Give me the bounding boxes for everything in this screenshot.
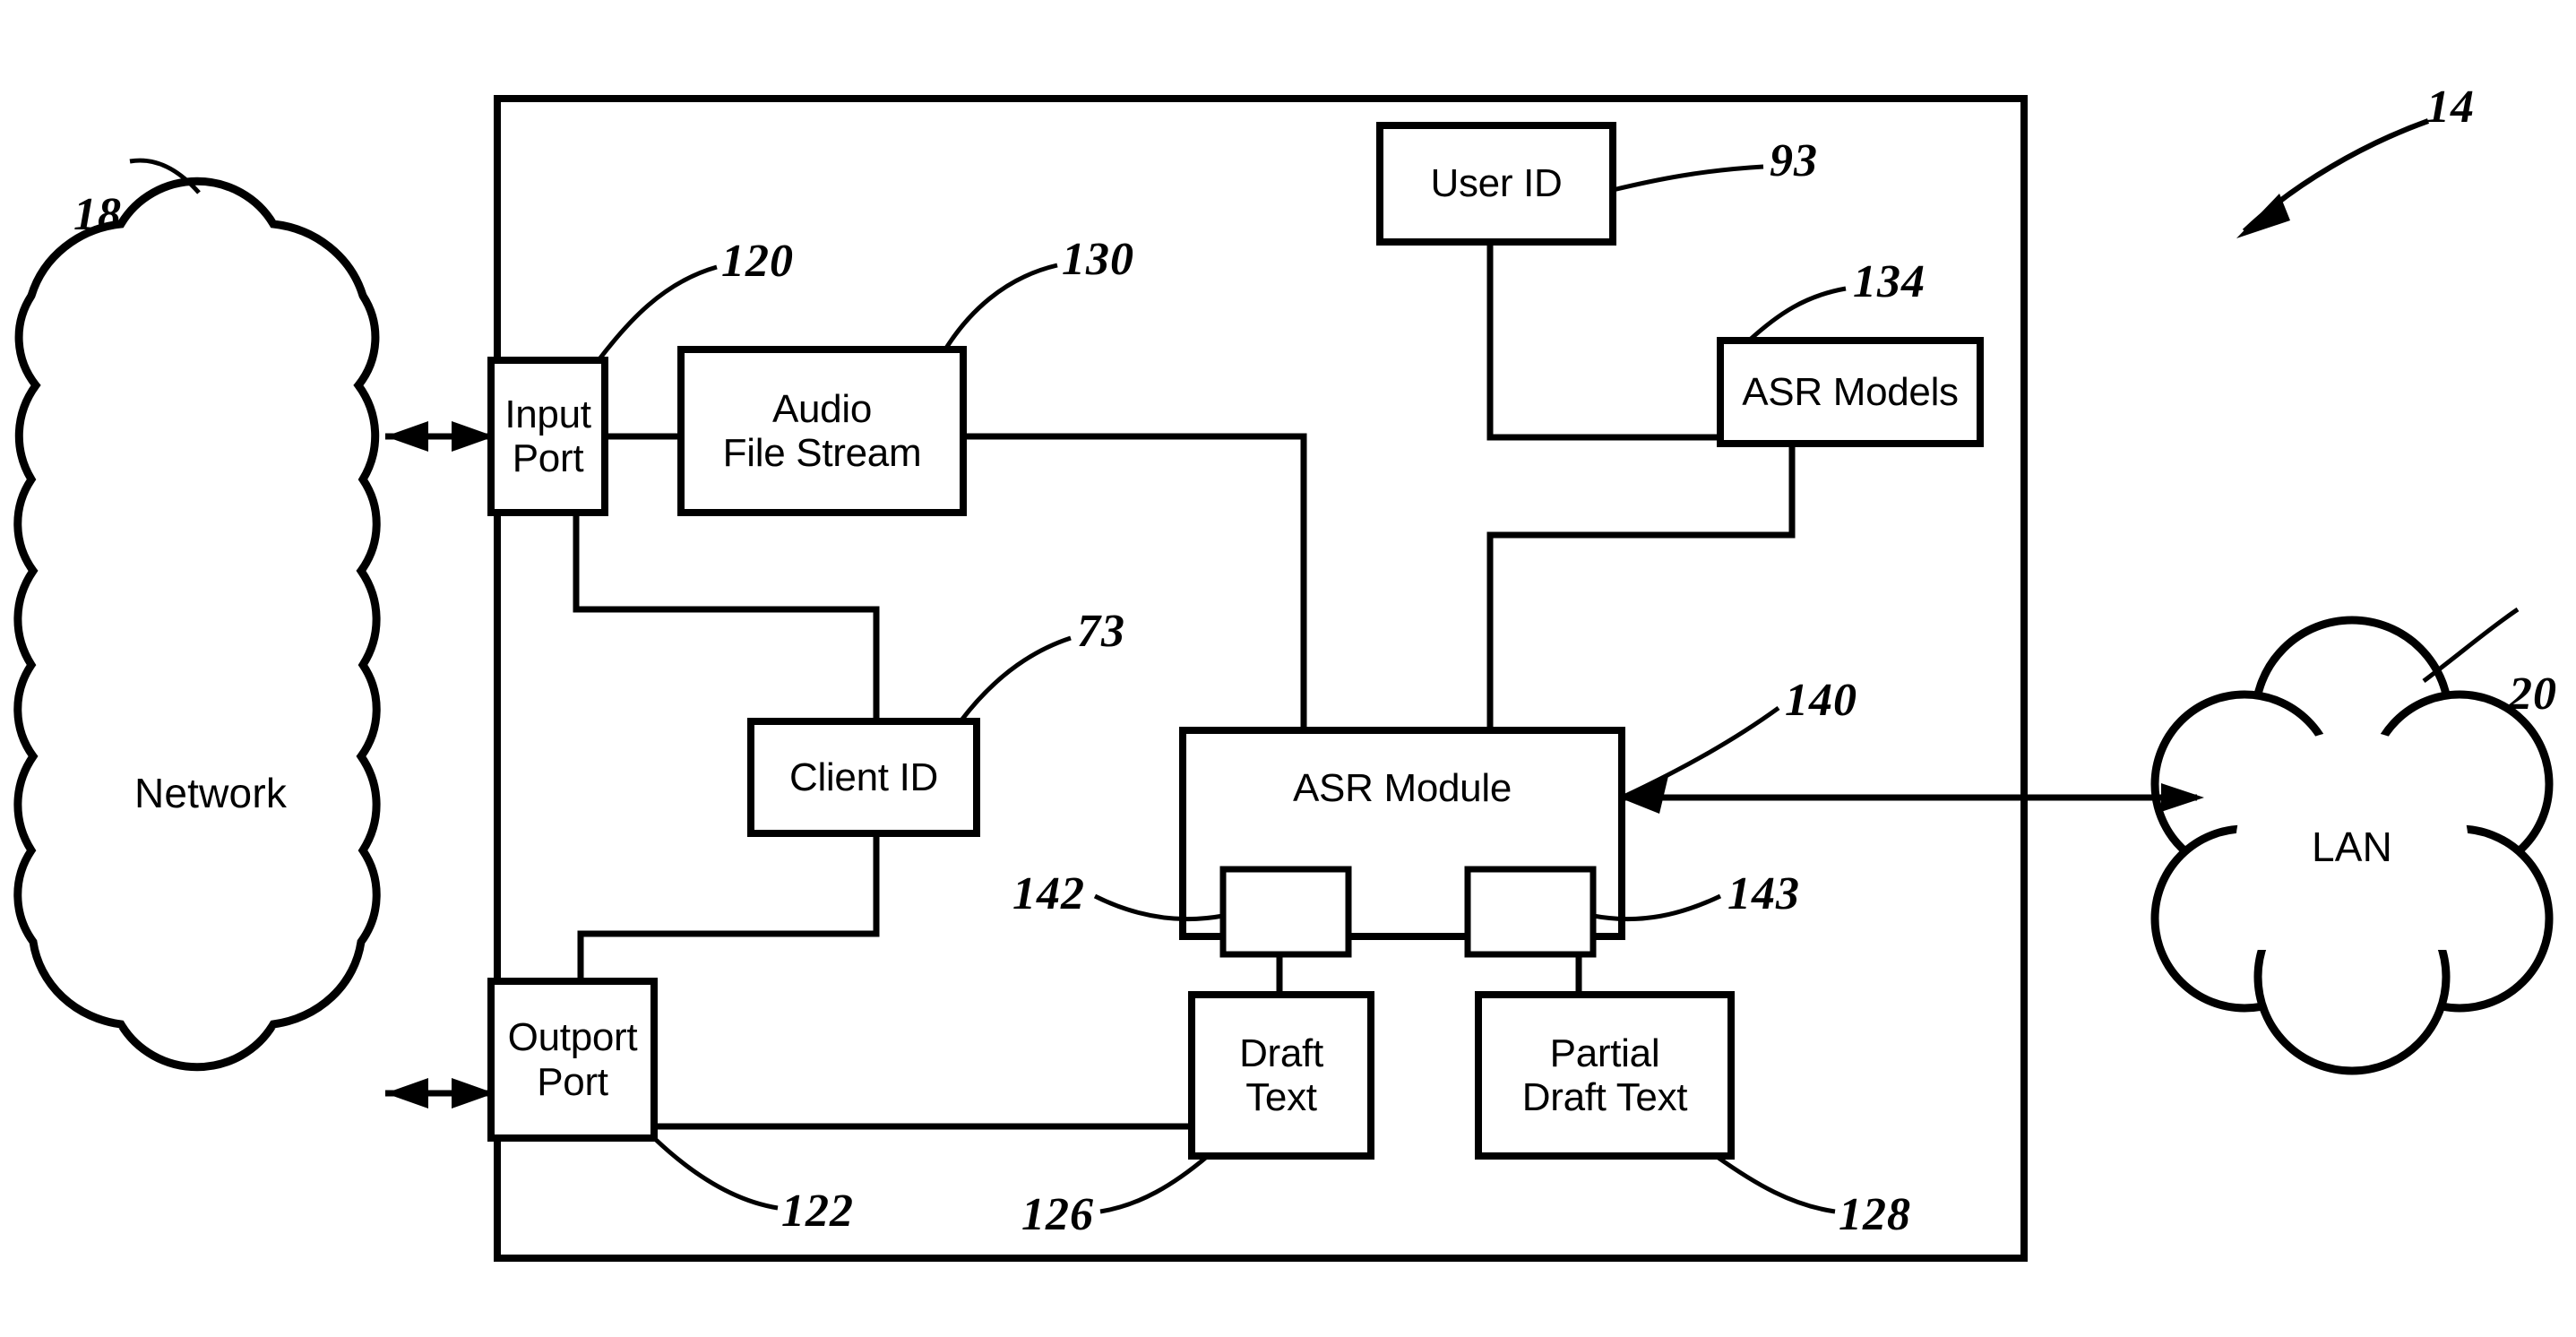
box-asr-models — [1717, 337, 1984, 447]
link-client-id-outport-port — [577, 833, 880, 981]
arrowhead-network-in — [385, 421, 428, 452]
ref-numeral-20: 20 — [2509, 668, 2557, 720]
ref-numeral-143: 143 — [1727, 868, 1800, 919]
link-asr-models-asr-module — [1486, 444, 1796, 730]
ref-numeral-128: 128 — [1839, 1189, 1911, 1240]
box-client-id — [747, 718, 980, 837]
label-network-cloud: Network — [134, 770, 288, 816]
box-user-id — [1376, 122, 1616, 246]
label-lan-cloud: LAN — [2311, 824, 2393, 870]
ref-numeral-14: 14 — [2426, 82, 2475, 133]
ref-numeral-122: 122 — [781, 1186, 854, 1237]
box-draft-text — [1188, 991, 1374, 1160]
network-cloud-shape — [13, 177, 381, 1072]
box-outport-port — [487, 978, 658, 1142]
ref-numeral-130: 130 — [1062, 234, 1134, 285]
ref-leader-130 — [943, 263, 1058, 351]
box-asr-sub-left — [1219, 866, 1352, 958]
box-audio-file-stream — [677, 346, 967, 516]
ref-numeral-140: 140 — [1785, 675, 1857, 726]
box-input-port — [487, 357, 608, 516]
arrowhead-network-out — [385, 1078, 428, 1108]
ref-leader-128 — [1714, 1153, 1836, 1214]
link-audio-stream-asr-module — [963, 433, 1307, 730]
ref-leader-140 — [1620, 705, 1780, 800]
box-partial-draft-text — [1475, 991, 1735, 1160]
ref-leader-122 — [652, 1136, 779, 1211]
ref-numeral-93: 93 — [1770, 135, 1818, 186]
arrowhead-14 — [2236, 194, 2290, 238]
ref-numeral-18: 18 — [73, 189, 122, 240]
ref-leader-126 — [1099, 1154, 1210, 1214]
patent-figure: Input Port Audio File Stream User ID ASR… — [0, 0, 2576, 1337]
ref-leader-134 — [1747, 286, 1847, 342]
link-user-id-asr-models — [1486, 242, 1720, 441]
ref-numeral-142: 142 — [1012, 868, 1085, 919]
ref-numeral-134: 134 — [1853, 256, 1926, 307]
ref-leader-20 — [2422, 607, 2520, 683]
box-asr-sub-right — [1464, 866, 1597, 958]
ref-leader-73 — [959, 635, 1072, 723]
ref-numeral-73: 73 — [1077, 606, 1125, 657]
link-input-port-client-id — [573, 513, 880, 721]
ref-leader-93 — [1612, 164, 1764, 193]
figure-canvas — [13, 95, 2554, 1262]
ref-numeral-126: 126 — [1021, 1189, 1094, 1240]
ref-numeral-120: 120 — [721, 236, 794, 287]
